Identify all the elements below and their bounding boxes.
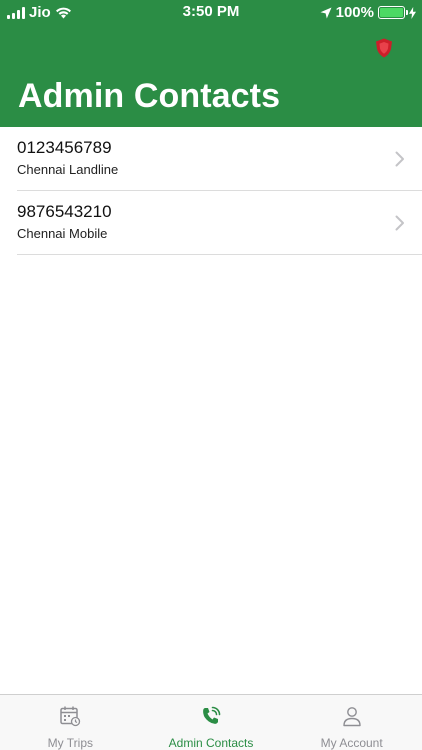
contact-label: Chennai Mobile [17, 226, 108, 241]
charging-bolt-icon [409, 6, 416, 19]
location-arrow-icon [320, 7, 332, 18]
battery-percent: 100% [335, 4, 374, 21]
contact-list: 0123456789 Chennai Landline 9876543210 C… [0, 127, 422, 255]
tab-my-trips[interactable]: My Trips [0, 695, 141, 750]
phone-icon [203, 706, 221, 724]
contact-label: Chennai Landline [17, 162, 119, 177]
shield-icon[interactable] [375, 38, 393, 58]
calendar-icon [60, 706, 81, 727]
person-icon [342, 707, 361, 727]
status-right: 100% [320, 4, 416, 21]
tab-label: My Account [320, 736, 383, 750]
page-title: Admin Contacts [18, 77, 281, 115]
tab-admin-contacts[interactable]: Admin Contacts [141, 695, 282, 750]
status-bar: Jio 3:50 PM 100% [0, 0, 422, 24]
tab-bar: My Trips Admin Contacts My Account [0, 694, 422, 750]
tab-label: Admin Contacts [168, 736, 254, 750]
contact-row-landline[interactable]: 0123456789 Chennai Landline [17, 127, 422, 191]
contact-row-mobile[interactable]: 9876543210 Chennai Mobile [17, 191, 422, 255]
contact-number: 0123456789 [17, 138, 112, 157]
battery-icon [378, 6, 408, 19]
chevron-right-icon [395, 215, 404, 231]
header: Jio 3:50 PM 100% Admin Contacts [0, 0, 422, 127]
contact-number: 9876543210 [17, 202, 112, 221]
chevron-right-icon [395, 151, 404, 167]
tab-label: My Trips [47, 736, 93, 750]
tab-my-account[interactable]: My Account [281, 695, 422, 750]
